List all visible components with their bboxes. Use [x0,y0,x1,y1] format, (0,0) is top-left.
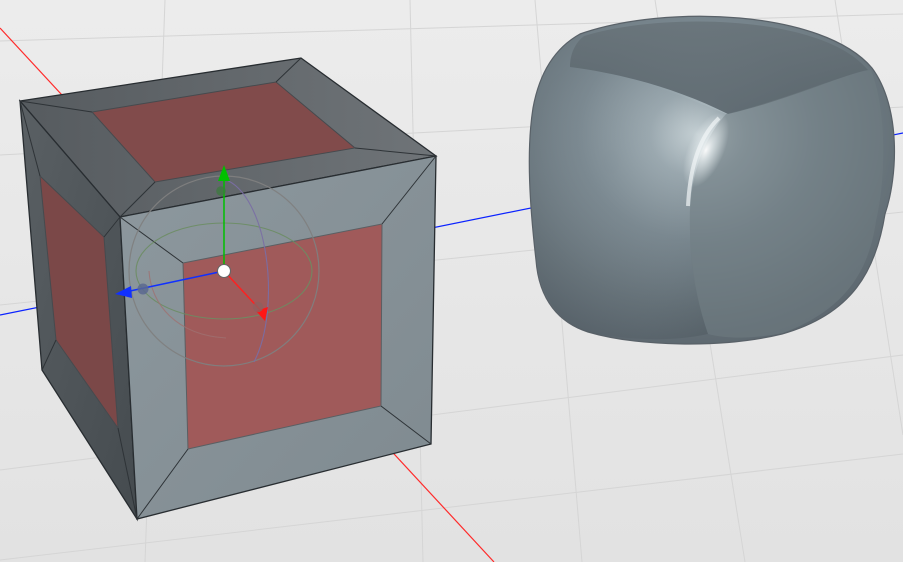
gizmo-plane-handle-green[interactable] [216,186,226,196]
gizmo-center-handle[interactable] [216,263,232,279]
viewport-canvas[interactable] [0,0,903,562]
gizmo-plane-handle-red[interactable] [252,301,264,313]
3d-viewport[interactable] [0,0,903,562]
gizmo-plane-handle-blue[interactable] [137,283,149,295]
rounded-cube[interactable] [528,15,896,345]
